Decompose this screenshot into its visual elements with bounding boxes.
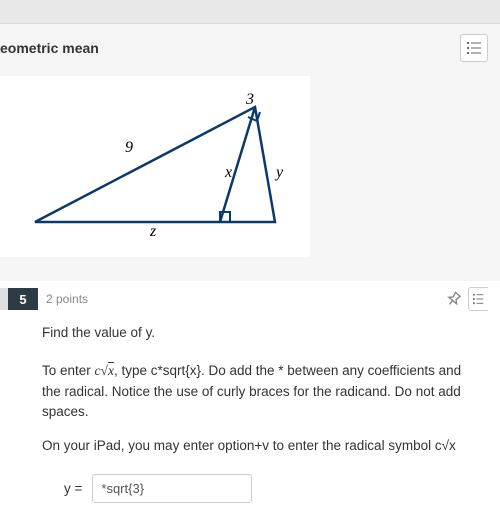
question-points: 2 points: [46, 292, 88, 306]
question-block: 5 2 points Find the value of y. To enter…: [0, 281, 500, 519]
pin-icon[interactable]: [446, 291, 462, 307]
instr-pre: To enter: [42, 363, 95, 378]
radical-symbol: √: [101, 363, 108, 378]
question-number: 5: [8, 288, 38, 310]
section-header: eometric mean: [0, 24, 500, 72]
ipad-note: On your iPad, you may enter option+v to …: [42, 436, 480, 456]
answer-input[interactable]: [92, 474, 252, 503]
label-x: x: [224, 164, 232, 181]
figure-container: 3 9 x y z: [0, 76, 310, 257]
list-icon: [467, 41, 481, 55]
top-bar: [0, 0, 500, 24]
list-icon: [473, 293, 485, 305]
question-body: Find the value of y. To enter c√x, type …: [12, 311, 488, 503]
question-tools: [446, 287, 488, 311]
question-header: 5 2 points: [12, 281, 488, 311]
spacer: [0, 257, 500, 281]
label-9: 9: [125, 139, 133, 156]
label-3: 3: [245, 92, 254, 108]
question-instructions: To enter c√x, type c*sqrt{x}. Do add the…: [42, 361, 480, 422]
label-y: y: [274, 164, 284, 181]
answer-row: y =: [42, 474, 480, 503]
section-title: eometric mean: [0, 40, 99, 56]
question-prompt: Find the value of y.: [42, 323, 480, 343]
answer-label: y =: [64, 479, 82, 499]
list-options-button[interactable]: [460, 34, 488, 62]
triangle-diagram: 3 9 x y z: [20, 92, 290, 237]
label-z: z: [149, 223, 157, 237]
item-options-button[interactable]: [468, 287, 488, 311]
